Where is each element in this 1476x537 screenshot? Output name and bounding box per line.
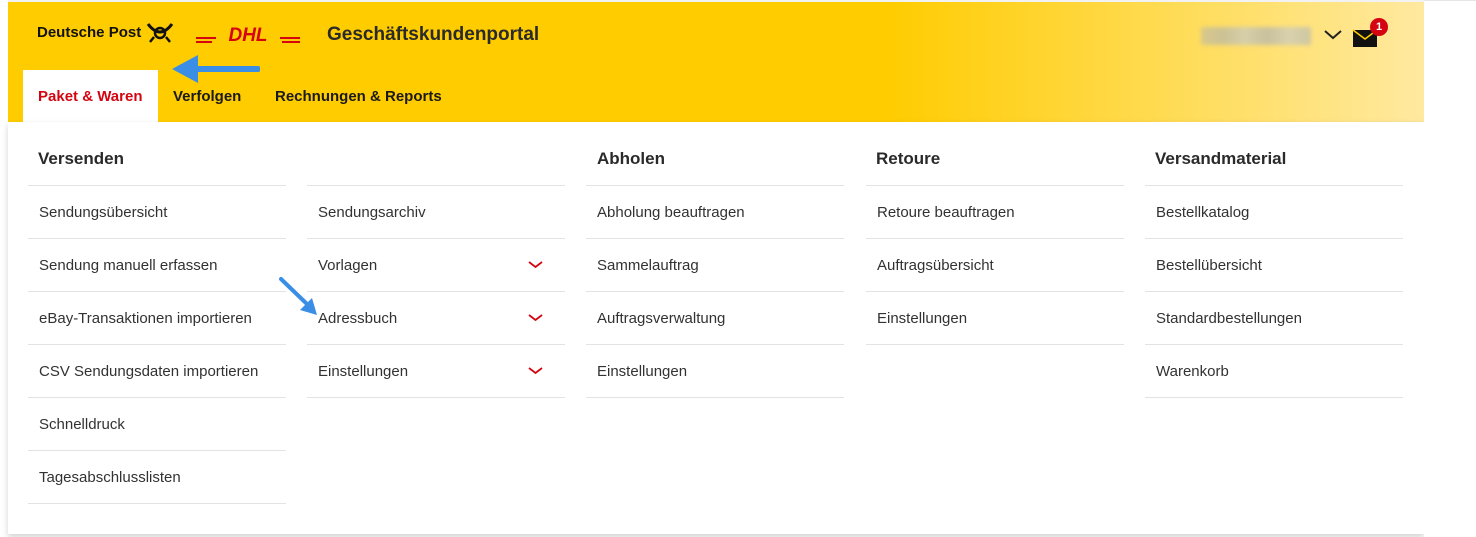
menu-item-label: Auftragsübersicht	[877, 257, 994, 274]
menu-item-auftragsuebersicht[interactable]: Auftragsübersicht	[866, 238, 1124, 291]
menu-item-label: Bestellübersicht	[1156, 257, 1262, 274]
menu-item-bestellkatalog[interactable]: Bestellkatalog	[1145, 185, 1403, 238]
menu-item-label: Bestellkatalog	[1156, 204, 1250, 221]
menu-item-label: Sendungsübersicht	[39, 204, 168, 221]
menu-item-sammelauftrag[interactable]: Sammelauftrag	[586, 238, 844, 291]
tab-paket-waren[interactable]: Paket & Waren	[23, 70, 158, 124]
tab-rechnungen-reports[interactable]: Rechnungen & Reports	[275, 70, 442, 124]
menu-item-schnelldruck[interactable]: Schnelldruck	[28, 397, 286, 450]
menu-item-einstellungen-retoure[interactable]: Einstellungen	[866, 291, 1124, 345]
chevron-down-icon[interactable]	[528, 367, 543, 375]
menu-item-label: Vorlagen	[318, 257, 378, 274]
dhl-logo[interactable]: DHL	[196, 24, 300, 46]
menu-item-warenkorb[interactable]: Warenkorb	[1145, 344, 1403, 398]
chevron-down-icon[interactable]	[1324, 30, 1342, 40]
menu-item-label: Schnelldruck	[39, 416, 125, 433]
menu-item-label: Sendung manuell erfassen	[39, 257, 218, 274]
tab-label: Paket & Waren	[38, 88, 143, 105]
menu-item-adressbuch[interactable]: Adressbuch	[307, 291, 565, 344]
menu-item-label: Adressbuch	[318, 310, 398, 327]
app-window: Deutsche Post DHL Geschäftskundenportal …	[8, 0, 1424, 537]
menu-item-einstellungen-abholen[interactable]: Einstellungen	[586, 344, 844, 398]
column-title-retoure: Retoure	[876, 149, 941, 168]
mega-menu: Versenden Sendungsübersicht Sendung manu…	[8, 122, 1424, 534]
menu-item-label: Retoure beauftragen	[877, 204, 1015, 221]
column-title-versandmaterial: Versandmaterial	[1155, 149, 1287, 168]
dhl-logo-text: DHL	[228, 25, 267, 46]
menu-item-label: Abholung beauftragen	[597, 204, 745, 221]
column-title-versenden: Versenden	[38, 149, 124, 168]
unread-badge: 1	[1370, 18, 1388, 36]
menu-item-tagesabschlusslisten[interactable]: Tagesabschlusslisten	[28, 450, 286, 504]
page-margin	[1424, 0, 1476, 537]
deutsche-post-brand[interactable]: Deutsche Post	[37, 24, 141, 41]
menu-item-label: CSV Sendungsdaten importieren	[39, 363, 259, 380]
menu-item-label: Einstellungen	[318, 363, 409, 380]
arrow-annotation-icon	[279, 277, 317, 315]
menu-item-auftragsverwaltung[interactable]: Auftragsverwaltung	[586, 291, 844, 344]
menu-item-abholung-beauftragen[interactable]: Abholung beauftragen	[586, 185, 844, 238]
menu-item-sendungsarchiv[interactable]: Sendungsarchiv	[307, 185, 565, 238]
menu-item-sendungsuebersicht[interactable]: Sendungsübersicht	[28, 185, 286, 238]
tab-label: Verfolgen	[173, 88, 242, 105]
portal-title: Geschäftskundenportal	[327, 24, 540, 45]
divider	[1424, 0, 1476, 1]
menu-item-label: Tagesabschlusslisten	[39, 469, 181, 486]
menu-item-csv-sendungsdaten-importieren[interactable]: CSV Sendungsdaten importieren	[28, 344, 286, 397]
tab-label: Rechnungen & Reports	[275, 88, 442, 105]
menu-item-label: Auftragsverwaltung	[597, 310, 726, 327]
menu-item-label: Warenkorb	[1156, 363, 1229, 380]
user-name-blurred[interactable]	[1201, 27, 1311, 45]
chevron-down-icon[interactable]	[528, 314, 543, 322]
menu-item-label: eBay-Transaktionen importieren	[39, 310, 252, 327]
menu-item-label: Sendungsarchiv	[318, 204, 426, 221]
posthorn-icon	[146, 23, 174, 43]
menu-item-standardbestellungen[interactable]: Standardbestellungen	[1145, 291, 1403, 344]
menu-item-einstellungen-versenden[interactable]: Einstellungen	[307, 344, 565, 398]
column-title-abholen: Abholen	[597, 149, 665, 168]
menu-item-vorlagen[interactable]: Vorlagen	[307, 238, 565, 291]
menu-item-bestelluebersicht[interactable]: Bestellübersicht	[1145, 238, 1403, 291]
chevron-down-icon[interactable]	[528, 261, 543, 269]
arrow-annotation-icon	[172, 55, 260, 83]
menu-item-sendung-manuell-erfassen[interactable]: Sendung manuell erfassen	[28, 238, 286, 291]
menu-item-label: Einstellungen	[877, 310, 968, 327]
menu-item-retoure-beauftragen[interactable]: Retoure beauftragen	[866, 185, 1124, 238]
menu-item-ebay-transaktionen-importieren[interactable]: eBay-Transaktionen importieren	[28, 291, 286, 344]
menu-item-label: Einstellungen	[597, 363, 688, 380]
menu-item-label: Standardbestellungen	[1156, 310, 1302, 327]
menu-item-label: Sammelauftrag	[597, 257, 699, 274]
